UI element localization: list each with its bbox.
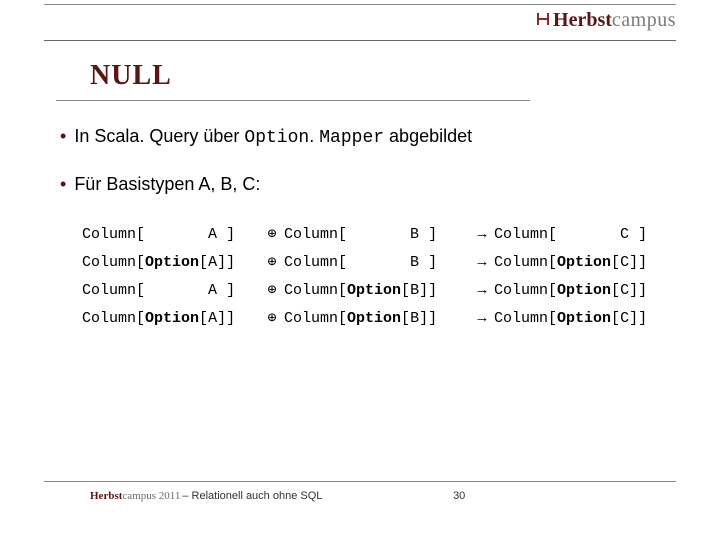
table-row: Column[ A ] ⊕ Column[ B ] → Column[ C ] — [82, 221, 680, 249]
footer-rule — [44, 481, 676, 482]
table-row: Column[Option[A]] ⊕ Column[Option[B]] → … — [82, 305, 680, 333]
cell-rhs: Column[ B ] — [284, 221, 470, 249]
arrow-op: → — [470, 221, 494, 249]
cell-result: Column[Option[C]] — [494, 249, 664, 277]
b1-post: abgebildet — [384, 126, 472, 146]
b1-code1: Option — [244, 128, 309, 148]
plus-op: ⊕ — [260, 249, 284, 277]
cell-lhs: Column[Option[A]] — [82, 249, 260, 277]
cell-result: Column[Option[C]] — [494, 305, 664, 333]
b1-code2: Mapper — [319, 128, 384, 148]
bullet-dot-icon: • — [60, 174, 66, 195]
footer-brand-rest: campus 2011 — [122, 490, 180, 502]
bullet-1-text: In Scala. Query über Option. Mapper abge… — [74, 126, 472, 148]
arrow-op: → — [470, 249, 494, 277]
cell-rhs: Column[Option[B]] — [284, 305, 470, 333]
plus-op: ⊕ — [260, 277, 284, 305]
footer-brand: Herbstcampus 2011 — [90, 490, 180, 502]
bullet-2-text: Für Basistypen A, B, C: — [74, 174, 260, 195]
bullet-1: • In Scala. Query über Option. Mapper ab… — [60, 126, 680, 148]
cell-result: Column[Option[C]] — [494, 277, 664, 305]
page-title: NULL — [90, 60, 172, 92]
footer-row: Herbstcampus 2011 – Relationell auch ohn… — [0, 490, 720, 502]
body: • In Scala. Query über Option. Mapper ab… — [60, 126, 680, 333]
logo-light: campus — [612, 9, 676, 31]
title-rule — [56, 100, 530, 101]
header-rule-bottom — [44, 40, 676, 41]
cell-rhs: Column[ B ] — [284, 249, 470, 277]
type-table: Column[ A ] ⊕ Column[ B ] → Column[ C ] … — [82, 221, 680, 333]
cell-rhs: Column[Option[B]] — [284, 277, 470, 305]
logo-row: Herbstcampus — [0, 5, 720, 40]
b1-mid2: . — [309, 126, 319, 146]
logo-icon — [535, 10, 551, 34]
plus-op: ⊕ — [260, 305, 284, 333]
header: Herbstcampus — [0, 0, 720, 41]
b1-pre: In Scala — [74, 126, 139, 146]
footer: Herbstcampus 2011 – Relationell auch ohn… — [0, 481, 720, 502]
slide: Herbstcampus NULL • In Scala. Query über… — [0, 0, 720, 540]
logo: Herbstcampus — [535, 9, 676, 34]
logo-strong: Herbst — [553, 9, 612, 31]
b1-mid1: . Query über — [139, 126, 244, 146]
table-row: Column[ A ] ⊕ Column[Option[B]] → Column… — [82, 277, 680, 305]
bullet-dot-icon: • — [60, 126, 66, 148]
arrow-op: → — [470, 277, 494, 305]
cell-result: Column[ C ] — [494, 221, 664, 249]
arrow-op: → — [470, 305, 494, 333]
bullet-2: • Für Basistypen A, B, C: — [60, 174, 680, 195]
footer-brand-strong: Herbst — [90, 490, 122, 502]
cell-lhs: Column[ A ] — [82, 277, 260, 305]
plus-op: ⊕ — [260, 221, 284, 249]
cell-lhs: Column[Option[A]] — [82, 305, 260, 333]
table-row: Column[Option[A]] ⊕ Column[ B ] → Column… — [82, 249, 680, 277]
page-number: 30 — [242, 490, 676, 502]
cell-lhs: Column[ A ] — [82, 221, 260, 249]
